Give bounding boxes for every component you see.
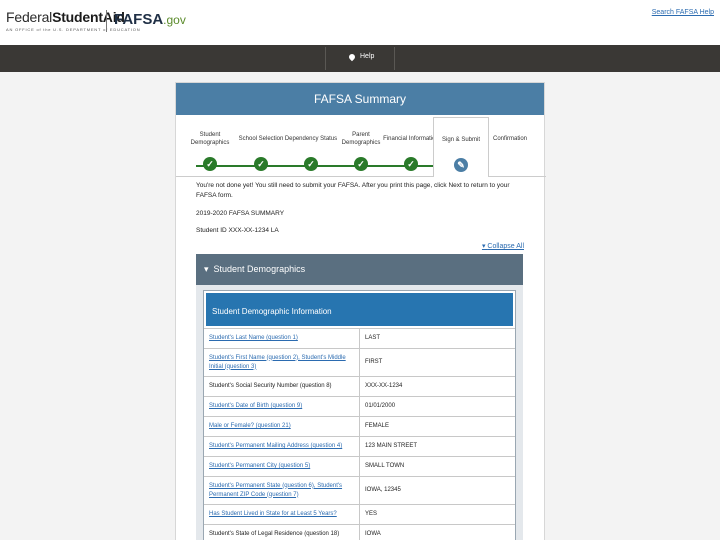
logo-divider: [106, 10, 107, 32]
table-row: Student's State of Legal Residence (ques…: [204, 524, 515, 540]
help-location-icon: [347, 52, 357, 61]
answer-value: XXX-XX-1234: [365, 383, 403, 389]
step-label: School Selection: [238, 136, 284, 142]
table-row: Has Student Lived in State for at Least …: [204, 504, 515, 524]
check-icon: ✓: [203, 157, 217, 171]
help-nav-label: Help: [360, 53, 375, 60]
logo-text-fafsa: FAFSA: [114, 11, 164, 28]
question-link[interactable]: Has Student Lived in State for at Least …: [204, 505, 360, 524]
logo-text-student: Student: [52, 9, 103, 25]
pencil-icon: ✎: [454, 158, 468, 172]
table-row: Student's Permanent State (question 6), …: [204, 476, 515, 504]
answer-value: 123 Main Street: [365, 443, 418, 449]
table-row: Male or Female? (question 21) Female: [204, 416, 515, 436]
collapse-all-label: Collapse All: [487, 243, 524, 250]
question-link[interactable]: Student's Permanent City (question 5): [204, 457, 360, 476]
student-id-text: Student ID XXX-XX-1234 LA: [196, 227, 279, 234]
step-sign-submit[interactable]: Sign & Submit ✎: [433, 117, 489, 177]
question-link[interactable]: Student's Last Name (question 1): [204, 329, 360, 348]
step-label: Dependency Status: [284, 136, 338, 142]
answer-value: Female: [365, 423, 390, 429]
check-icon: ✓: [354, 157, 368, 171]
answer-value: 01/01/2000: [365, 403, 396, 409]
answer-value: Yes: [365, 511, 378, 517]
check-icon: ✓: [404, 157, 418, 171]
question-link[interactable]: Student's Permanent Mailing Address (que…: [204, 437, 360, 456]
question-link[interactable]: Student's Date of Birth (question 9): [204, 397, 360, 416]
question-label: Student's State of Legal Residence (ques…: [204, 525, 360, 540]
nav-separator: [394, 47, 395, 70]
section-body: Student Demographic Information Student'…: [196, 285, 523, 540]
step-confirmation[interactable]: Confirmation: [482, 129, 538, 177]
answer-value: Last: [365, 335, 381, 341]
search-help-link[interactable]: Search FAFSA Help: [652, 9, 714, 16]
step-school-selection[interactable]: School Selection ✓: [233, 129, 289, 177]
table-title: Student Demographic Information: [204, 291, 515, 328]
logo-text-gov: .gov: [163, 13, 186, 27]
section-header-student-demographics[interactable]: ▾ Student Demographics: [196, 254, 523, 285]
check-icon: ✓: [304, 157, 318, 171]
card-title: FAFSA Summary: [176, 83, 544, 115]
table-row: Student's Social Security Number (questi…: [204, 376, 515, 396]
nav-bar: Help: [0, 45, 720, 72]
step-label: Parent Demographics: [341, 132, 381, 146]
fafsa-gov-logo[interactable]: FAFSA.gov: [114, 11, 186, 28]
table-row: Student's First Name (question 2), Stude…: [204, 348, 515, 376]
step-label: Financial Information: [383, 136, 439, 142]
step-dependency-status[interactable]: Dependency Status ✓: [283, 129, 339, 177]
help-nav-item[interactable]: Help: [347, 52, 375, 61]
question-link[interactable]: Male or Female? (question 21): [204, 417, 360, 436]
collapse-all-link[interactable]: ▾ Collapse All: [482, 242, 524, 250]
progress-steps: Student Demographics ✓ School Selection …: [176, 117, 546, 177]
answer-value: Small Town: [365, 463, 405, 469]
nav-separator: [325, 47, 326, 70]
demographics-table: Student Demographic Information Student'…: [203, 290, 516, 540]
step-label: Student Demographics: [190, 132, 230, 146]
table-row: Student's Last Name (question 1) Last: [204, 328, 515, 348]
chevron-down-icon: ▾: [204, 264, 214, 274]
step-label: Confirmation: [492, 136, 527, 142]
answer-value: First: [365, 359, 383, 365]
logo-text-federal: Federal: [6, 9, 53, 25]
step-parent-demographics[interactable]: Parent Demographics ✓: [333, 129, 389, 177]
top-header: FederalStudentAid AN OFFICE of the U.S. …: [0, 0, 720, 45]
step-label: Sign & Submit: [441, 137, 481, 143]
question-link[interactable]: Student's First Name (question 2), Stude…: [204, 349, 360, 376]
table-row: Student's Date of Birth (question 9) 01/…: [204, 396, 515, 416]
answer-value: Iowa, 12345: [365, 487, 401, 493]
table-row: Student's Permanent Mailing Address (que…: [204, 436, 515, 456]
question-label: Student's Social Security Number (questi…: [204, 377, 360, 396]
table-row: Student's Permanent City (question 5) Sm…: [204, 456, 515, 476]
fafsa-summary-card: FAFSA Summary Student Demographics ✓ Sch…: [175, 82, 546, 540]
step-financial-information[interactable]: Financial Information ✓: [383, 129, 439, 177]
section-header-label: Student Demographics: [213, 264, 306, 274]
check-icon: ✓: [254, 157, 268, 171]
question-link[interactable]: Student's Permanent State (question 6), …: [204, 477, 360, 504]
summary-year-title: 2019-2020 FAFSA SUMMARY: [196, 210, 285, 217]
submit-reminder-text: You're not done yet! You still need to s…: [196, 182, 510, 199]
step-student-demographics[interactable]: Student Demographics ✓: [182, 129, 238, 177]
answer-value: Iowa: [365, 531, 381, 537]
